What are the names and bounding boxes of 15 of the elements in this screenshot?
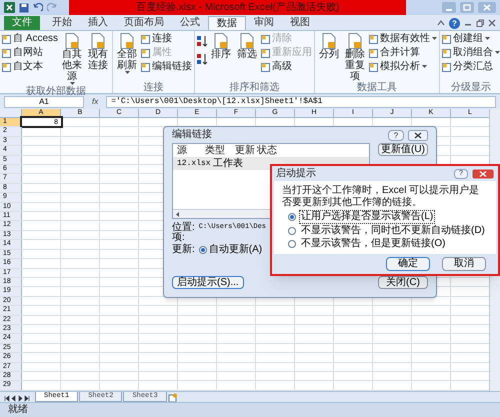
status-text: 就绪	[8, 405, 28, 415]
table-cell: 工作表	[213, 158, 243, 168]
table-cell-text: 12.xlsx	[177, 160, 212, 168]
field-label: 项:	[172, 233, 185, 244]
group-label: 排序和筛选	[228, 82, 281, 93]
group-label: 获取外部数据	[25, 86, 87, 97]
field-label: 更新:	[172, 245, 195, 255]
field-label: 位置:	[172, 222, 195, 232]
dialog-title: 编辑链接	[172, 130, 212, 140]
dialog-title: 启动提示	[276, 168, 316, 178]
group-label: 数据工具	[356, 82, 398, 93]
dialog-message: 当打开这个工作簿时，Excel 可以提示用户是否要更新到其他工作簿的链接。	[282, 185, 480, 209]
window-title: 百度经验.xlsx - Microsoft Excel(产品激活失败)	[136, 2, 340, 12]
group-label: 分级显示	[450, 82, 492, 93]
group-label: 连接	[142, 82, 165, 93]
